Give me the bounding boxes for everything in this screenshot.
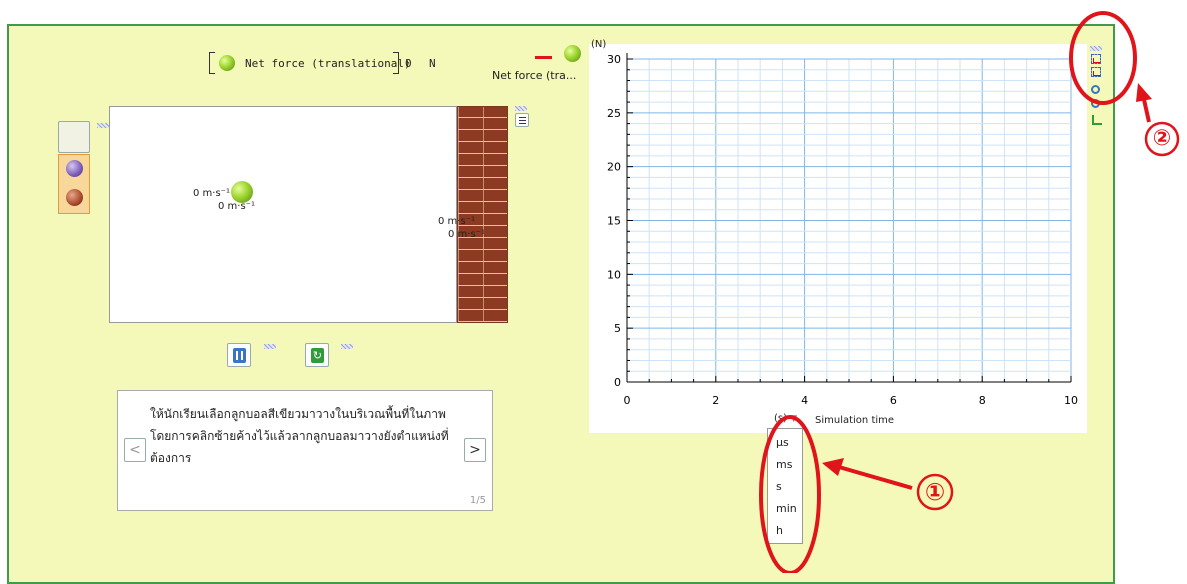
- crop-icon[interactable]: [1092, 115, 1102, 125]
- net-force-value: 0: [405, 57, 412, 70]
- ball-palette: [58, 154, 90, 214]
- graph-panel: 0 2 4 6 8 10 0 5 10 15 20 25 30 (N) (s) ▼ Simulation…: [589, 39, 1087, 433]
- zoom-out-icon[interactable]: [1091, 99, 1100, 108]
- unit-dropdown: μs ms s min h: [767, 428, 803, 544]
- arrowhead: [1136, 83, 1152, 102]
- y-axis-unit: (N): [591, 39, 607, 50]
- velocity-label: 0 m·s⁻¹: [438, 216, 475, 227]
- x-axis-label: Simulation time: [815, 415, 895, 426]
- toolbar-grip[interactable]: [1090, 46, 1102, 51]
- legend-label: Net force (tra...: [492, 69, 577, 82]
- x-tick-label: 6: [890, 394, 897, 407]
- net-force-label: Net force (translational): [245, 57, 411, 70]
- palette-grip[interactable]: [97, 123, 109, 128]
- instruction-panel: < ให้นักเรียนเลือกลูกบอลสีเขียวมาวางในบร…: [117, 390, 493, 511]
- simulation-area[interactable]: [109, 106, 457, 323]
- marker-2: ②: [1152, 126, 1172, 151]
- x-tick-label: 4: [801, 394, 808, 407]
- y-tick-label: 10: [607, 268, 621, 281]
- y-tick-label: 25: [607, 107, 621, 120]
- y-tick-label: 20: [607, 161, 621, 174]
- chevron-down-icon: ▼: [790, 414, 798, 424]
- y-tick-label: 0: [614, 376, 621, 389]
- reset-grip[interactable]: [341, 344, 353, 349]
- legend-ball-icon: [564, 45, 581, 62]
- green-ball-icon: [219, 55, 235, 71]
- marker-1: ①: [924, 478, 946, 506]
- pause-grip[interactable]: [264, 344, 276, 349]
- x-tick-label: 10: [1064, 394, 1078, 407]
- green-ball[interactable]: [231, 181, 253, 203]
- legend-line: [535, 56, 552, 59]
- unit-option[interactable]: s: [768, 476, 802, 498]
- unit-option[interactable]: ms: [768, 454, 802, 476]
- zoom-in-icon[interactable]: [1091, 85, 1100, 94]
- reset-button[interactable]: ↻: [305, 343, 329, 367]
- x-unit-selector[interactable]: (s) ▼: [774, 413, 797, 424]
- velocity-label: 0 m·s⁻¹: [448, 229, 485, 240]
- velocity-label: 0 m·s⁻¹: [218, 201, 255, 212]
- net-force-unit: N: [429, 57, 436, 70]
- pause-icon: [233, 348, 246, 363]
- bracket-left: [209, 52, 215, 74]
- x-unit-label: (s): [774, 413, 788, 424]
- ball-slot-empty[interactable]: [58, 121, 90, 153]
- x-tick-label: 8: [979, 394, 986, 407]
- unit-option[interactable]: h: [768, 520, 802, 542]
- brick-wall: [457, 106, 508, 323]
- copper-ball-icon[interactable]: [66, 189, 83, 206]
- force-time-graph[interactable]: 0 2 4 6 8 10 0 5 10 15 20 25 30: [589, 44, 1087, 433]
- y-tick-label: 30: [607, 53, 621, 66]
- x-tick-label: 0: [624, 394, 631, 407]
- y-tick-label: 5: [614, 322, 621, 335]
- simulation-stage: Net force (translational) 0 N Net force …: [7, 24, 1115, 584]
- arrow-line: [1141, 94, 1151, 123]
- unit-option[interactable]: min: [768, 498, 802, 520]
- list-icon[interactable]: [515, 113, 529, 127]
- refresh-icon: ↻: [311, 348, 324, 363]
- y-tick-label: 15: [607, 215, 621, 228]
- legend-grip[interactable]: [515, 106, 527, 111]
- prev-button[interactable]: <: [124, 438, 146, 462]
- pause-button[interactable]: [227, 343, 251, 367]
- purple-ball-icon[interactable]: [66, 160, 83, 177]
- zoom-fit-icon[interactable]: [1091, 67, 1101, 77]
- instruction-text: ให้นักเรียนเลือกลูกบอลสีเขียวมาวางในบริเ…: [150, 407, 449, 465]
- velocity-label: 0 m·s⁻¹: [193, 188, 230, 199]
- next-button[interactable]: >: [464, 438, 486, 462]
- page-indicator: 1/5: [469, 495, 486, 506]
- zoom-box-icon[interactable]: [1091, 54, 1101, 64]
- unit-option[interactable]: μs: [768, 432, 802, 454]
- x-tick-label: 2: [712, 394, 719, 407]
- bracket-right: [393, 52, 399, 74]
